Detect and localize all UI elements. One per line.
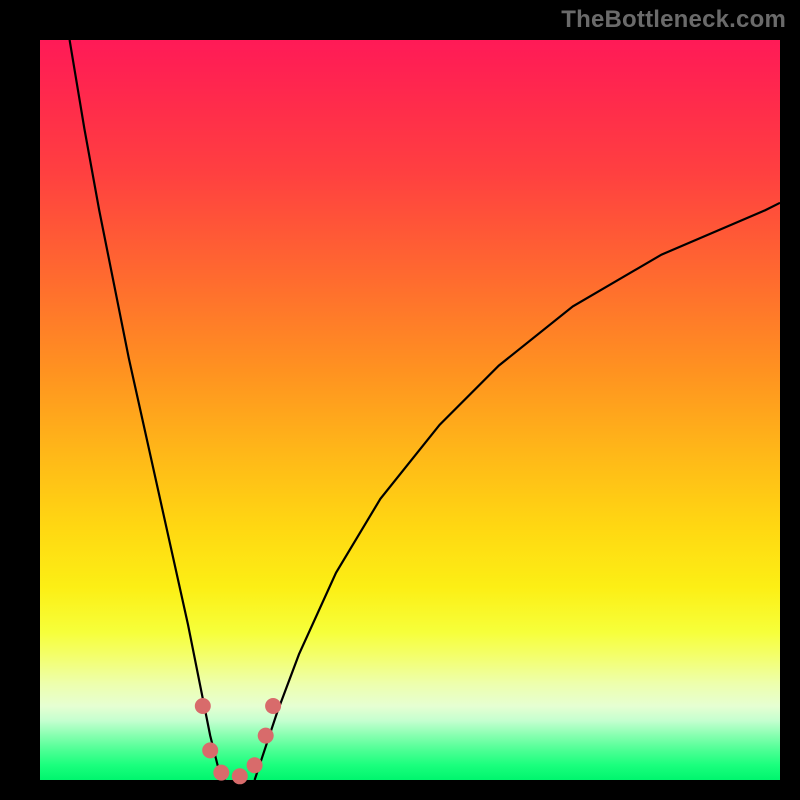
optimum-marker [265, 698, 281, 714]
optimum-marker [213, 765, 229, 781]
optimum-marker [258, 728, 274, 744]
curve-right [255, 203, 780, 780]
optimum-marker [202, 742, 218, 758]
watermark-text: TheBottleneck.com [561, 6, 786, 34]
optimum-marker [247, 757, 263, 773]
optimum-marker [195, 698, 211, 714]
chart-frame: TheBottleneck.com [0, 0, 800, 800]
optimum-marker [232, 768, 248, 784]
chart-svg [40, 40, 780, 780]
optimum-markers [195, 698, 281, 784]
curve-left [70, 40, 225, 780]
